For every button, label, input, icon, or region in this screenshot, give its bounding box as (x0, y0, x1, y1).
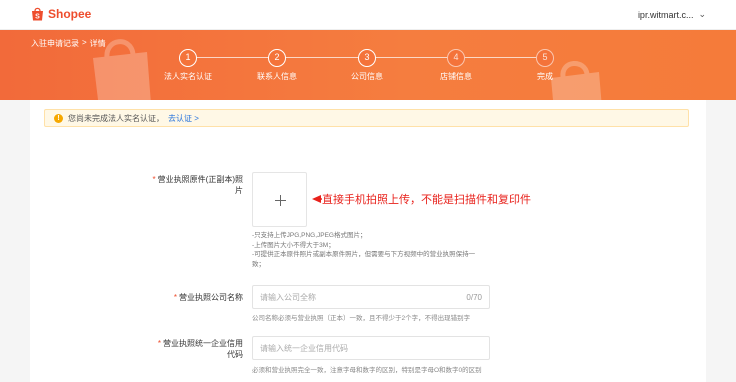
step-number: 3 (358, 49, 376, 67)
credit-code-label-line2: 代码 (227, 350, 243, 359)
company-name-label-text: 营业执照公司名称 (179, 293, 243, 302)
step-number: 1 (179, 49, 197, 67)
verify-link-label: 去认证 (168, 113, 192, 123)
handwritten-annotation: 直接手机拍照上传，不能是扫描件和复印件 (322, 194, 531, 206)
upload-hints: -只支持上传JPG,PNG,JPEG格式图片； -上传图片大小不得大于3M； -… (252, 231, 492, 269)
company-name-help: 公司名称必须与营业执照（正本）一致，且不得少于2个字，不得出现错别字 (252, 315, 471, 322)
step-1: 1 法人实名认证 (158, 49, 218, 82)
shopee-logo[interactable]: S Shopee (31, 7, 91, 21)
step-4: 4 店铺信息 (426, 49, 486, 82)
step-label: 完成 (537, 72, 553, 81)
account-name: ipr.witmart.c... (637, 9, 694, 20)
svg-text:S: S (35, 14, 40, 21)
company-name-input[interactable]: 请输入公司全称 0/70 (252, 285, 490, 309)
company-name-label: * 营业执照公司名称 (130, 292, 243, 303)
account-menu[interactable]: ipr.witmart.c... ⌄ (638, 9, 706, 20)
credit-code-placeholder: 请输入统一企业信用代码 (260, 343, 348, 353)
chevron-down-icon: ⌄ (698, 9, 706, 19)
credit-code-label-line1: 营业执照统一企业信用 (163, 339, 243, 348)
breadcrumb-root[interactable]: 入驻申请记录 (31, 38, 79, 49)
chevron-right-icon: > (194, 113, 199, 123)
required-mark: * (157, 339, 161, 348)
shopee-bag-icon: S (32, 7, 43, 21)
breadcrumb: 入驻申请记录 > 详情 (31, 38, 106, 49)
license-upload-box[interactable] (252, 172, 307, 227)
license-label-line2: 片 (235, 186, 243, 195)
company-name-char-count: 0/70 (466, 292, 482, 302)
license-label: * 营业执照原件(正副本)照 片 (130, 174, 243, 196)
breadcrumb-separator: > (82, 38, 87, 47)
hint-line: -上传图片大小不得大于3M； (252, 241, 335, 249)
breadcrumb-current: 详情 (89, 39, 106, 48)
step-label: 联系人信息 (257, 72, 297, 81)
hint-line: 致； (252, 260, 265, 268)
step-3: 3 公司信息 (337, 49, 397, 82)
required-mark: * (173, 293, 177, 302)
step-5: 5 完成 (515, 49, 575, 82)
hint-line: -只支持上传JPG,PNG,JPEG格式图片； (252, 232, 367, 239)
info-icon: ! (54, 113, 63, 123)
credit-code-help: 必须和营业执照完全一致，注意字母和数字的区别，特别是字母O和数字0的区别 (252, 367, 482, 374)
step-number: 4 (447, 49, 465, 67)
step-2: 2 联系人信息 (247, 49, 307, 82)
verification-notice: ! 您尚未完成法人实名认证， 去认证 > (44, 109, 689, 127)
brand-name: Shopee (48, 7, 92, 21)
required-mark: * (152, 175, 156, 184)
step-label: 法人实名认证 (164, 72, 212, 81)
verify-link[interactable]: 去认证 > (168, 113, 199, 124)
company-name-placeholder: 请输入公司全称 (260, 292, 316, 302)
credit-code-input[interactable]: 请输入统一企业信用代码 (252, 336, 490, 360)
step-label: 公司信息 (351, 72, 383, 81)
plus-icon-vertical (280, 195, 281, 206)
step-label: 店铺信息 (440, 72, 472, 81)
form-card: ! 您尚未完成法人实名认证， 去认证 > * 营业执照原件(正副本)照 片 直接手… (30, 100, 706, 382)
credit-code-label: * 营业执照统一企业信用 代码 (130, 338, 243, 360)
step-number: 2 (268, 49, 286, 67)
license-label-line1: 营业执照原件(正副本)照 (157, 175, 243, 184)
step-number: 5 (536, 49, 554, 67)
hint-line: -可提供正本原件照片或副本原件照片，但需要与下方视频中的营业执照保持一 (252, 251, 476, 258)
notice-text: 您尚未完成法人实名认证， (68, 113, 164, 123)
top-bar: S Shopee ipr.witmart.c... ⌄ (0, 0, 736, 30)
